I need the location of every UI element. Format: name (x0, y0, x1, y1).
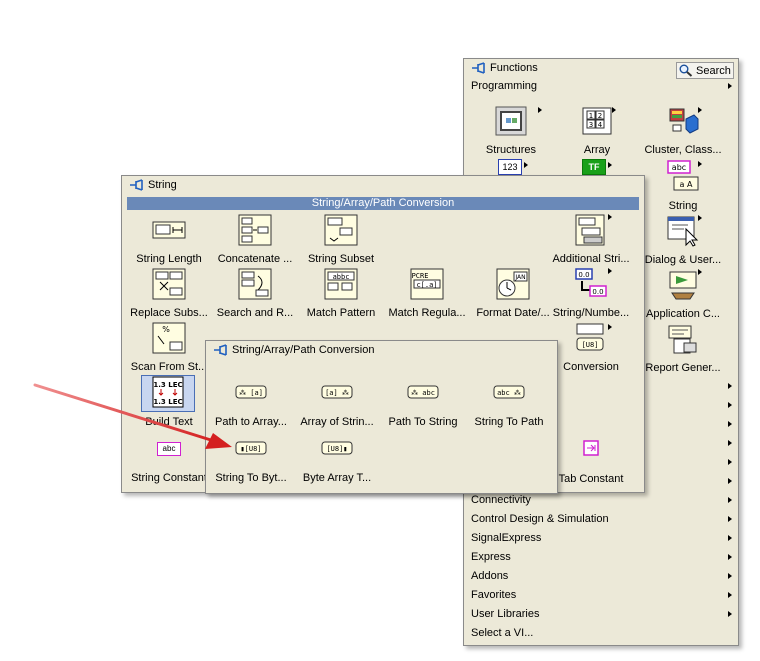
annotation-arrow (33, 383, 232, 449)
